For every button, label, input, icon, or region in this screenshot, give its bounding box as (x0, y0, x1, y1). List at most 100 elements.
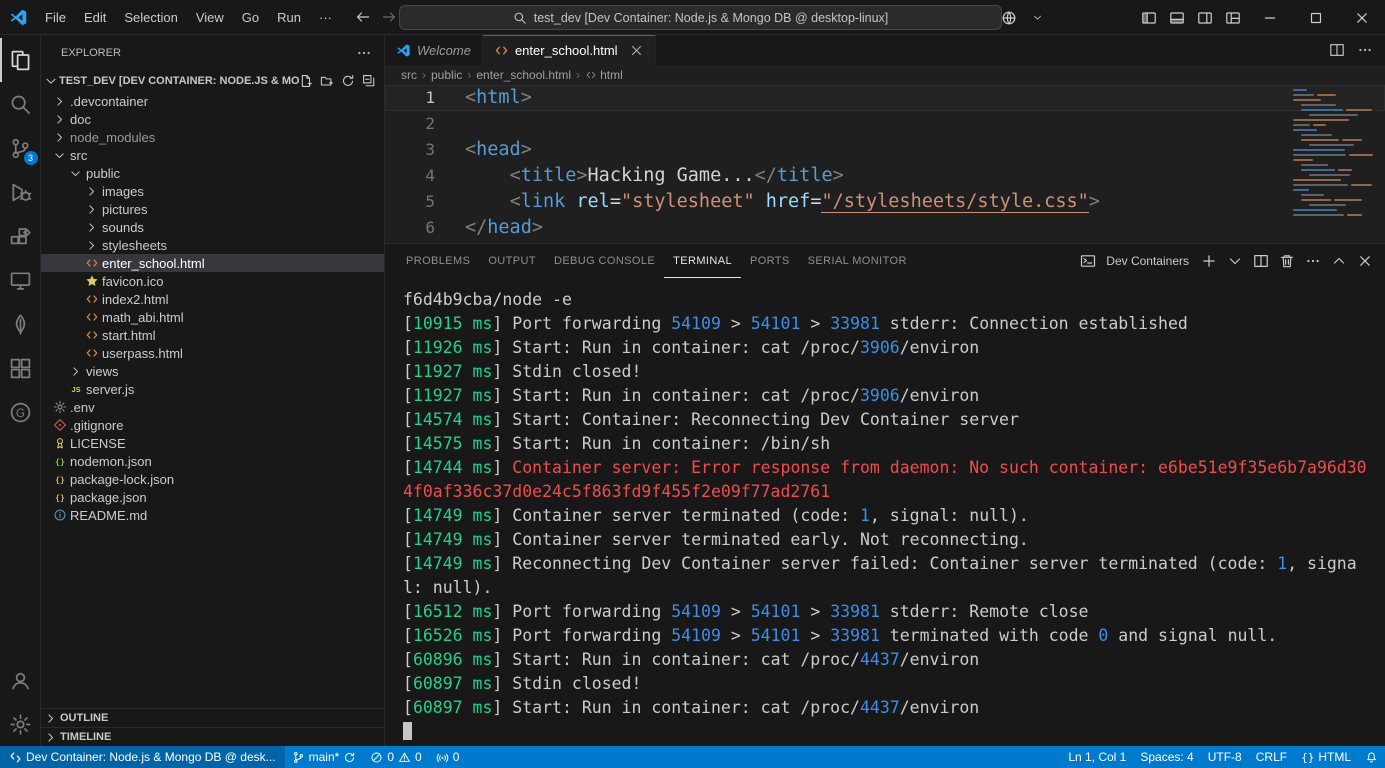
ports-forwarded[interactable]: 0 (429, 746, 467, 768)
terminal-line: f6d4b9cba/node -e (403, 288, 1373, 312)
tree-item-nodemon.json[interactable]: {}nodemon.json (41, 452, 384, 470)
launch-profile-chevron-icon[interactable] (1223, 249, 1247, 273)
tree-item-images[interactable]: images (41, 182, 384, 200)
tree-item-enter_school.html[interactable]: enter_school.html (41, 254, 384, 272)
tree-item-node_modules[interactable]: node_modules (41, 128, 384, 146)
breadcrumb-html[interactable]: html (585, 68, 623, 82)
tree-item-start.html[interactable]: start.html (41, 326, 384, 344)
profile-icon[interactable] (995, 4, 1023, 32)
new-file-icon[interactable] (299, 74, 313, 88)
tree-item-README.md[interactable]: README.md (41, 506, 384, 524)
tree-item-doc[interactable]: doc (41, 110, 384, 128)
back-icon[interactable] (355, 9, 371, 25)
activity-containers[interactable] (0, 346, 41, 390)
maximize-button[interactable] (1293, 0, 1339, 35)
toggle-sidebar-icon[interactable] (1135, 4, 1163, 32)
activity-accounts[interactable] (0, 658, 41, 702)
close-button[interactable] (1339, 0, 1385, 35)
tree-item-.env[interactable]: .env (41, 398, 384, 416)
menu-item-run[interactable]: Run (268, 5, 310, 29)
breadcrumb-public[interactable]: public (431, 68, 462, 82)
panel-tab-terminal[interactable]: TERMINAL (664, 244, 741, 278)
menu-item-go[interactable]: Go (233, 5, 268, 29)
breadcrumb-enter_school.html[interactable]: enter_school.html (476, 68, 571, 82)
terminal-profile[interactable]: Dev Containers (1076, 249, 1189, 273)
menu-item-view[interactable]: View (187, 5, 233, 29)
cursor-position[interactable]: Ln 1, Col 1 (1061, 746, 1133, 768)
tree-item-pictures[interactable]: pictures (41, 200, 384, 218)
tree-item-favicon.ico[interactable]: favicon.ico (41, 272, 384, 290)
remote-indicator[interactable]: Dev Container: Node.js & Mongo DB @ desk… (0, 746, 285, 768)
tree-item-index2.html[interactable]: index2.html (41, 290, 384, 308)
menu-item-more[interactable]: ··· (310, 5, 341, 29)
toggle-secondary-sidebar-icon[interactable] (1191, 4, 1219, 32)
section-timeline[interactable]: TIMELINE (41, 727, 384, 746)
chevron-down-icon[interactable] (1023, 4, 1051, 32)
notifications[interactable] (1358, 746, 1385, 768)
tree-item-.devcontainer[interactable]: .devcontainer (41, 92, 384, 110)
problems[interactable]: 00 (363, 746, 428, 768)
panel-tab-debug-console[interactable]: DEBUG CONSOLE (545, 244, 664, 278)
tree-item-LICENSE[interactable]: LICENSE (41, 434, 384, 452)
tree-item-.gitignore[interactable]: .gitignore (41, 416, 384, 434)
new-folder-icon[interactable] (320, 74, 334, 88)
activity-gitlens[interactable]: G (0, 390, 41, 434)
panel-tab-serial-monitor[interactable]: SERIAL MONITOR (799, 244, 916, 278)
split-terminal-icon[interactable] (1249, 249, 1273, 273)
menu-item-selection[interactable]: Selection (115, 5, 186, 29)
customize-layout-icon[interactable] (1219, 4, 1247, 32)
more-actions-icon[interactable] (1301, 249, 1325, 273)
tree-item-math_abi.html[interactable]: math_abi.html (41, 308, 384, 326)
panel-tab-output[interactable]: OUTPUT (479, 244, 545, 278)
activity-search[interactable] (0, 82, 41, 126)
tree-item-views[interactable]: views (41, 362, 384, 380)
close-tab-icon[interactable] (629, 43, 644, 58)
workspace-section-header[interactable]: TEST_DEV [DEV CONTAINER: NODE.JS & MONGO… (41, 70, 384, 92)
breadcrumb-src[interactable]: src (401, 68, 417, 82)
panel-tab-problems[interactable]: PROBLEMS (397, 244, 479, 278)
toggle-panel-icon[interactable] (1163, 4, 1191, 32)
tab-Welcome[interactable]: Welcome (385, 35, 483, 65)
language-mode[interactable]: {}HTML (1294, 746, 1358, 768)
tree-item-userpass.html[interactable]: userpass.html (41, 344, 384, 362)
panel-tab-ports[interactable]: PORTS (741, 244, 799, 278)
activity-run-debug[interactable] (0, 170, 41, 214)
minimize-button[interactable] (1247, 0, 1293, 35)
kill-terminal-icon[interactable] (1275, 249, 1299, 273)
menu-item-file[interactable]: File (36, 5, 75, 29)
tree-item-src[interactable]: src (41, 146, 384, 164)
maximize-panel-icon[interactable] (1327, 249, 1351, 273)
split-editor-icon[interactable] (1329, 42, 1345, 58)
activity-settings[interactable] (0, 702, 41, 746)
activity-remote-explorer[interactable] (0, 258, 41, 302)
collapse-all-icon[interactable] (362, 74, 376, 88)
tree-item-public[interactable]: public (41, 164, 384, 182)
tree-item-package.json[interactable]: {}package.json (41, 488, 384, 506)
tree-item-package-lock.json[interactable]: {}package-lock.json (41, 470, 384, 488)
terminal-output[interactable]: f6d4b9cba/node -e[10915 ms] Port forward… (385, 278, 1385, 746)
tab-enter_school.html[interactable]: enter_school.html (483, 35, 656, 65)
breadcrumb[interactable]: src›public›enter_school.html›html (385, 65, 1385, 85)
code-editor[interactable]: 1<html>23<head>4 <title>Hacking Game...<… (385, 85, 1385, 243)
tree-item-stylesheets[interactable]: stylesheets (41, 236, 384, 254)
encoding[interactable]: UTF-8 (1201, 746, 1249, 768)
activity-mongodb[interactable] (0, 302, 41, 346)
activity-source-control[interactable]: 3 (0, 126, 41, 170)
indentation[interactable]: Spaces: 4 (1133, 746, 1200, 768)
eol-sequence[interactable]: CRLF (1249, 746, 1294, 768)
more-actions-icon[interactable] (1357, 42, 1373, 58)
tree-item-sounds[interactable]: sounds (41, 218, 384, 236)
new-terminal-icon[interactable] (1197, 249, 1221, 273)
activity-explorer[interactable] (0, 38, 41, 82)
forward-icon[interactable] (381, 9, 397, 25)
minimap[interactable] (1291, 89, 1373, 219)
refresh-icon[interactable] (341, 74, 355, 88)
more-actions-icon[interactable] (356, 45, 372, 61)
activity-extensions[interactable] (0, 214, 41, 258)
section-outline[interactable]: OUTLINE (41, 708, 384, 727)
close-panel-icon[interactable] (1353, 249, 1377, 273)
git-branch[interactable]: main* (285, 746, 364, 768)
menu-item-edit[interactable]: Edit (75, 5, 115, 29)
tree-item-server.js[interactable]: JSserver.js (41, 380, 384, 398)
command-center-search[interactable]: test_dev [Dev Container: Node.js & Mongo… (399, 5, 1002, 30)
